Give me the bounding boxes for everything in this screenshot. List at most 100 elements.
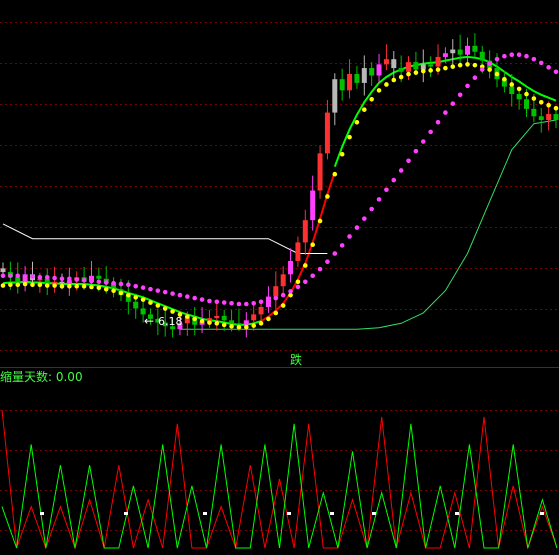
yellow-dot-22 [162,306,168,311]
candle-body-52 [383,59,389,65]
magenta-dot-3 [22,274,28,279]
yellow-dot-48 [354,119,360,125]
yellow-dot-23 [170,309,175,314]
magenta-dot-33 [244,301,249,307]
candle-body-73 [538,116,544,120]
magenta-dot-59 [435,119,441,125]
magenta-dot-70 [516,52,522,58]
magenta-dot-68 [502,53,507,59]
magenta-dot-67 [494,56,500,62]
magenta-dot-64 [472,75,478,81]
candle-body-41 [302,220,308,243]
yellow-dot-1 [8,282,13,288]
candle-body-53 [391,59,397,69]
divider-label: 跌 [290,352,302,367]
candle-body-65 [479,51,485,61]
yellow-dot-46 [339,151,345,157]
yellow-dot-20 [148,300,153,305]
yellow-dot-64 [472,62,478,68]
magenta-dot-7 [52,275,57,281]
yellow-dot-5 [37,282,43,288]
magenta-dot-14 [103,280,109,285]
yellow-dot-2 [15,282,21,288]
yellow-dot-36 [266,316,271,322]
yellow-dot-9 [67,283,72,289]
magenta-dot-52 [384,187,389,193]
indicator-marker-1 [124,512,128,515]
magenta-dot-47 [347,234,352,239]
magenta-dot-75 [553,69,559,75]
yellow-dot-61 [450,64,456,69]
low-price-arrow: ← [144,314,154,328]
yellow-dot-59 [435,67,441,72]
magenta-dot-15 [111,280,116,286]
candle-body-64 [472,45,478,52]
yellow-dot-7 [52,283,57,288]
magenta-dot-44 [325,259,330,265]
candle-body-59 [435,56,441,67]
magenta-dot-31 [229,300,234,306]
yellow-dot-26 [192,316,198,322]
candle-body-70 [516,94,522,100]
magenta-dot-45 [332,251,338,256]
yellow-dot-35 [258,321,264,326]
candle-body-46 [339,79,345,91]
yellow-dot-30 [221,322,227,328]
indicator-label: 缩量天数: 0.00 [0,369,83,384]
yellow-dot-8 [59,283,65,289]
candle-body-2 [15,277,21,284]
yellow-dot-6 [44,283,50,288]
magenta-dot-37 [273,295,279,301]
magenta-dot-46 [339,243,345,248]
candle-body-8 [59,281,65,284]
candle-body-44 [324,112,330,154]
candle-body-62 [457,49,463,55]
yellow-dot-67 [494,71,500,77]
candle-body-60 [442,53,448,57]
yellow-dot-70 [516,86,522,92]
magenta-dot-54 [398,168,404,173]
candle-body-43 [317,153,323,191]
yellow-dot-66 [487,67,492,72]
yellow-dot-68 [502,76,507,82]
magenta-dot-65 [479,67,485,72]
magenta-dot-23 [170,291,175,296]
magenta-dot-20 [148,286,153,292]
candle-body-45 [332,79,338,113]
magenta-dot-18 [133,283,139,289]
indicator-marker-0 [40,512,44,515]
candle-body-75 [553,114,559,120]
candle-body-63 [465,45,471,55]
yellow-dot-41 [303,263,308,268]
magenta-dot-48 [354,225,360,230]
magenta-dot-58 [428,129,433,135]
magenta-dot-41 [303,279,308,285]
magenta-dot-60 [443,110,448,115]
magenta-dot-27 [199,297,205,302]
yellow-dot-55 [406,71,411,77]
candle-body-30 [221,315,227,321]
yellow-dot-18 [133,295,139,300]
candle-body-57 [420,64,426,70]
candle-body-40 [295,242,301,261]
magenta-dot-42 [310,273,315,279]
magenta-dot-71 [524,53,529,59]
yellow-dot-53 [391,77,397,83]
yellow-dot-29 [214,321,220,326]
magenta-dot-32 [236,301,242,307]
yellow-dot-60 [443,65,448,71]
magenta-dot-12 [89,278,94,284]
magenta-dot-53 [391,177,397,183]
yellow-dot-49 [361,107,367,112]
yellow-dot-71 [524,91,529,97]
magenta-dot-17 [126,282,131,288]
yellow-dot-38 [280,303,286,308]
yellow-dot-11 [81,283,87,289]
indicator-marker-3 [287,512,291,515]
yellow-dot-50 [369,96,374,102]
magenta-dot-39 [288,289,293,294]
stock-chart[interactable]: ← 6.18 跌 缩量天数: 0.00 [0,0,559,555]
yellow-dot-27 [199,318,205,324]
magenta-dot-9 [67,276,72,282]
magenta-dot-74 [546,65,551,70]
